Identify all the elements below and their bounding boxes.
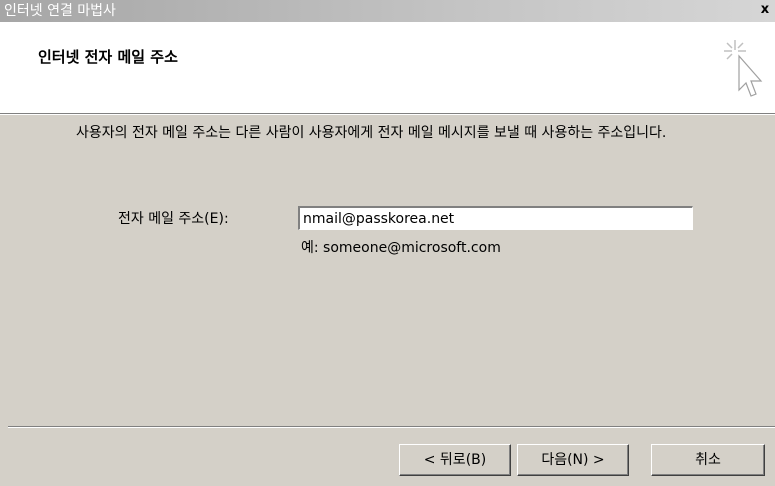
- internet-connection-wizard-window: 인터넷 연결 마법사 x 인터넷 전자 메일 주소 사용자의 전자 메일 주소는…: [0, 0, 775, 486]
- window-title: 인터넷 연결 마법사: [4, 3, 116, 19]
- cancel-button[interactable]: 취소: [651, 444, 765, 476]
- title-bar: 인터넷 연결 마법사 x: [0, 0, 775, 22]
- next-button[interactable]: 다음(N) >: [517, 444, 629, 476]
- email-example: 예: someone@microsoft.com: [301, 240, 501, 256]
- wizard-header: 인터넷 전자 메일 주소: [0, 22, 775, 115]
- back-button[interactable]: < 뒤로(B): [399, 444, 511, 476]
- wizard-content: 사용자의 전자 메일 주소는 다른 사람이 사용자에게 전자 메일 메시지를 보…: [0, 116, 775, 425]
- email-field[interactable]: [298, 206, 693, 230]
- button-divider: [8, 426, 775, 428]
- email-label: 전자 메일 주소(E):: [118, 211, 229, 227]
- page-title: 인터넷 전자 메일 주소: [38, 48, 178, 66]
- close-icon[interactable]: x: [757, 3, 773, 18]
- wizard-cursor-icon: [724, 40, 763, 97]
- email-description: 사용자의 전자 메일 주소는 다른 사람이 사용자에게 전자 메일 메시지를 보…: [76, 125, 667, 141]
